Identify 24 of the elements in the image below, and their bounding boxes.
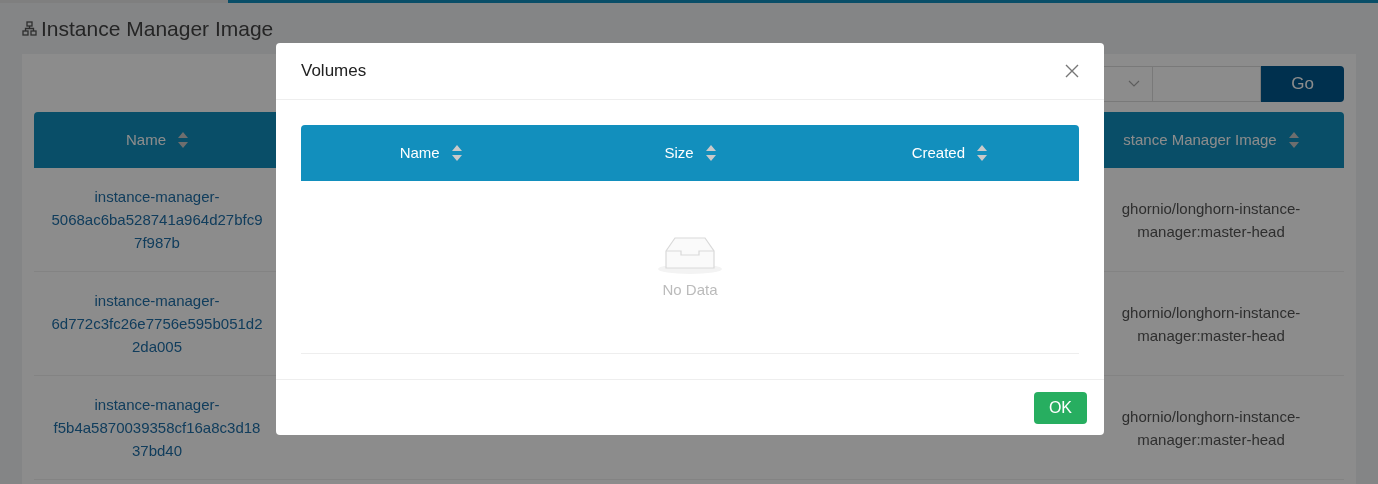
instance-name-link[interactable]: instance-manager-6d772c3fc26e7756e595b051d22da005 [50,289,264,358]
sort-icon [705,144,716,162]
no-data-text: No Data [662,279,718,300]
table-cell-text: ghornio/longhorn-instance-manager:master-head [1120,302,1302,346]
table-cell-text: ghornio/longhorn-instance-manager:master-head [1120,198,1302,242]
column-header[interactable]: stance Manager Image [1123,128,1277,152]
dialog-title: Volumes [301,60,367,83]
sort-icon [1288,131,1299,149]
column-header[interactable]: Name [399,141,440,165]
hierarchy-icon [22,21,37,36]
instance-name-link[interactable]: instance-manager-5068ac6ba528741a964d27bfc97f987b [50,185,264,254]
ok-button[interactable]: OK [1033,391,1087,424]
sort-icon [451,144,462,162]
page-title: Instance Manager Image [41,15,274,42]
column-header[interactable]: Size [664,141,694,165]
instance-name-link[interactable]: instance-manager-f5b4a5870039358cf16a8c3d1837bd40 [50,393,264,462]
close-icon[interactable] [1065,64,1079,78]
chevron-down-icon [1128,80,1140,88]
column-header[interactable]: Name [126,128,166,152]
table-cell-text: ghornio/longhorn-instance-manager:master-head [1120,406,1302,450]
sort-icon [977,144,987,162]
go-button[interactable]: Go [1261,66,1344,102]
sort-icon [178,131,188,149]
column-header[interactable]: Created [911,141,965,165]
